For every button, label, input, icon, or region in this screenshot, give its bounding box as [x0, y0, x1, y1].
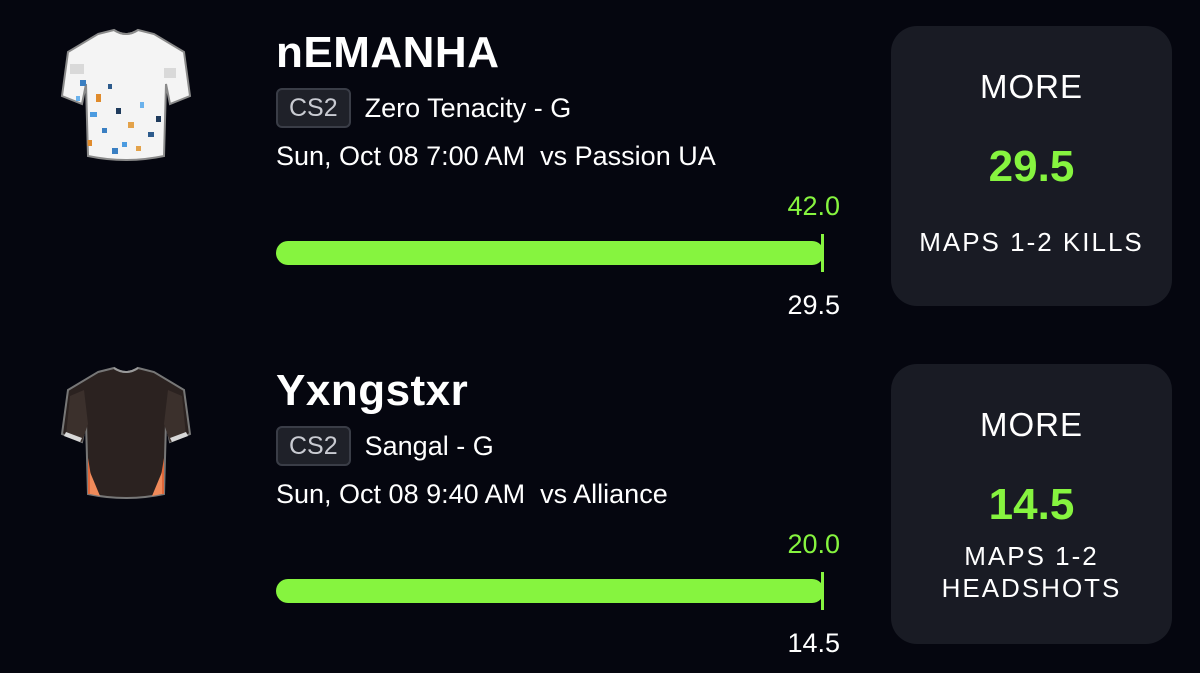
comparison-bar-fill	[276, 241, 824, 265]
line-marker	[821, 572, 824, 610]
pick-direction: MORE	[980, 406, 1083, 443]
game-team-row: CS2 Sangal - G	[276, 424, 494, 468]
pick-panel[interactable]: MORE 29.5 MAPS 1-2 KILLS	[891, 26, 1172, 306]
line-value: 14.5	[787, 628, 840, 658]
game-badge: CS2	[276, 88, 351, 128]
comparison-bar	[276, 241, 824, 265]
player-name: Yxngstxr	[276, 366, 469, 415]
projection-card[interactable]: Yxngstxr CS2 Sangal - G Sun, Oct 08 9:40…	[0, 338, 1200, 673]
match-schedule: Sun, Oct 08 9:40 AM vs Alliance	[276, 479, 668, 509]
game-badge: CS2	[276, 426, 351, 466]
comparison-bar	[276, 579, 824, 603]
pick-panel[interactable]: MORE 14.5 MAPS 1-2 HEADSHOTS	[891, 364, 1172, 644]
white-jersey-icon	[56, 24, 196, 164]
pick-stat-label: MAPS 1-2 HEADSHOTS	[941, 541, 1122, 603]
projection-card[interactable]: nEMANHA CS2 Zero Tenacity - G Sun, Oct 0…	[0, 0, 1200, 335]
pick-line-value: 29.5	[988, 142, 1075, 191]
comparison-bar-fill	[276, 579, 824, 603]
team-label: Sangal - G	[364, 430, 494, 461]
player-name: nEMANHA	[276, 28, 500, 77]
pick-stat-label: MAPS 1-2 KILLS	[919, 227, 1144, 257]
average-value: 20.0	[787, 529, 840, 559]
dark-jersey-icon	[56, 362, 196, 502]
match-schedule: Sun, Oct 08 7:00 AM vs Passion UA	[276, 141, 716, 171]
line-value: 29.5	[787, 290, 840, 320]
line-marker	[821, 234, 824, 272]
game-team-row: CS2 Zero Tenacity - G	[276, 86, 571, 130]
team-label: Zero Tenacity - G	[364, 92, 572, 123]
pick-direction: MORE	[980, 68, 1083, 105]
pick-line-value: 14.5	[988, 480, 1075, 529]
average-value: 42.0	[787, 191, 840, 221]
